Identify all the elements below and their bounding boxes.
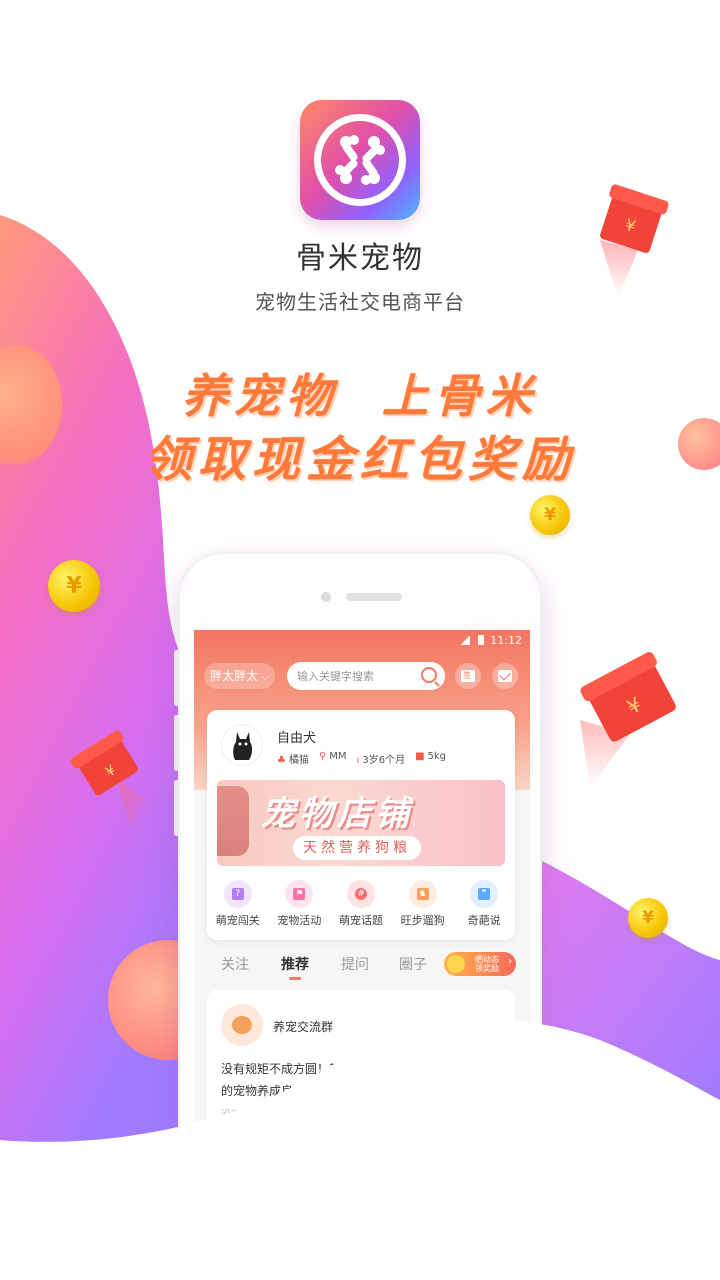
shortcut-label: 旺步遛狗 bbox=[400, 914, 445, 927]
pet-breed: 橘猫 bbox=[288, 755, 309, 766]
pet-name: 自由犬 bbox=[277, 731, 317, 746]
messages-button[interactable] bbox=[492, 663, 518, 689]
mail-icon bbox=[498, 670, 512, 682]
search-placeholder: 输入关键字搜索 bbox=[297, 670, 374, 683]
group-title: 养宠交流群 bbox=[273, 1020, 334, 1034]
hashtag-icon: # bbox=[346, 880, 375, 908]
tab-questions[interactable]: 提问 bbox=[341, 954, 369, 974]
view-more-link[interactable]: 查看更多 > bbox=[455, 1020, 501, 1033]
banner-subtitle: 天然营养狗粮 bbox=[293, 836, 421, 860]
search-icon bbox=[421, 667, 437, 683]
pet-gender: MM bbox=[329, 751, 347, 762]
age-icon: ı bbox=[356, 755, 360, 766]
banner-title: 宠物店铺 bbox=[261, 794, 413, 834]
feed-tabs: 关注 推荐 提问 圈子 晒动态 领奖励 › bbox=[194, 948, 530, 982]
shop-banner[interactable]: 宠物店铺 天然营养狗粮 bbox=[217, 780, 505, 866]
shortcut-row: ? 萌宠闯关 ⚑ 宠物活动 # 萌宠话题 ♞ 旺步遛狗 ❞ 奇葩说 bbox=[207, 880, 515, 928]
signal-icon bbox=[460, 636, 471, 645]
shortcut-pet-topic[interactable]: # 萌宠话题 bbox=[331, 880, 391, 928]
gold-coin-icon: ¥ bbox=[628, 898, 668, 938]
red-packet-icon: ¥ bbox=[580, 652, 676, 788]
battery-icon bbox=[478, 635, 485, 645]
slogan-line-1: 养宠物 上骨米 bbox=[181, 369, 539, 423]
calendar-icon bbox=[461, 670, 475, 682]
sign-in-button[interactable] bbox=[455, 663, 481, 689]
shortcut-label: 萌宠话题 bbox=[338, 914, 383, 927]
pet-info: ♣ 橘猫 ⚲ MM ı 3岁6个月 ■ 5kg bbox=[277, 751, 446, 766]
shortcut-debate[interactable]: ❞ 奇葩说 bbox=[454, 880, 514, 928]
chevron-down-icon: ⌵ bbox=[261, 673, 269, 683]
avatar bbox=[221, 724, 263, 766]
chevron-right-icon: › bbox=[508, 956, 512, 967]
post-reward-button[interactable]: 晒动态 领奖励 › bbox=[444, 952, 516, 976]
paw-icon: ♣ bbox=[277, 755, 286, 766]
phone-side-button bbox=[174, 715, 179, 771]
red-packet-icon: ¥ bbox=[70, 730, 148, 828]
dog-walk-icon: ♞ bbox=[408, 880, 437, 908]
coin-icon bbox=[447, 955, 465, 973]
gender-icon: ⚲ bbox=[318, 751, 327, 762]
phone-speaker bbox=[346, 593, 402, 601]
shortcut-dog-walk[interactable]: ♞ 旺步遛狗 bbox=[393, 880, 453, 928]
quote-icon: ❞ bbox=[470, 880, 499, 908]
status-bar: 11:12 bbox=[460, 634, 522, 647]
shortcut-pet-challenge[interactable]: ? 萌宠闯关 bbox=[208, 880, 268, 928]
slogan-line-2: 领取现金红包奖励 bbox=[143, 432, 576, 488]
group-post-line-2: 的宠物养成良 bbox=[221, 1084, 294, 1098]
pet-age: 3岁6个月 bbox=[362, 755, 406, 766]
status-time: 11:12 bbox=[490, 634, 522, 647]
group-card[interactable]: 养宠交流群 查看更多 > 没有规矩不成方圆！教 的宠物养成良 没有 bbox=[207, 990, 515, 1150]
group-post-sub: 没有 bbox=[221, 1110, 241, 1121]
search-input[interactable]: 输入关键字搜索 bbox=[287, 662, 445, 690]
promo-line-1: 晒动态 bbox=[475, 955, 499, 964]
phone-screen: 11:12 胖太胖太 ⌵ 输入关键字搜索 自由犬 ♣橘猫 ⚲MM ı3岁6个月 … bbox=[194, 630, 530, 1150]
red-packet-icon: ¥ bbox=[600, 184, 669, 298]
tab-follow[interactable]: 关注 bbox=[221, 954, 249, 974]
shortcut-label: 宠物活动 bbox=[277, 914, 322, 927]
weight-icon: ■ bbox=[415, 751, 425, 762]
group-post-text: 没有规矩不成方圆！教 的宠物养成良 bbox=[221, 1058, 501, 1102]
city-label: 胖太胖太 bbox=[210, 669, 259, 683]
group-avatar bbox=[221, 1004, 263, 1046]
pet-profile-card[interactable]: 自由犬 ♣ 橘猫 ⚲ MM ı 3岁6个月 ■ 5kg 宠物店铺 天然营养狗粮 ? 萌宠… bbox=[207, 710, 515, 940]
flag-icon: ⚑ bbox=[285, 880, 314, 908]
shortcut-label: 奇葩说 bbox=[467, 914, 501, 927]
shortcut-label: 萌宠闯关 bbox=[215, 914, 260, 927]
group-post-line-1: 没有规矩不成方圆！教 bbox=[221, 1062, 342, 1076]
phone-side-button bbox=[174, 650, 179, 706]
banner-decoration bbox=[217, 786, 249, 856]
phone-side-button bbox=[174, 780, 179, 836]
tab-circles[interactable]: 圈子 bbox=[399, 954, 427, 974]
app-logo-icon bbox=[300, 100, 420, 220]
phone-camera bbox=[321, 592, 331, 602]
puzzle-icon: ? bbox=[223, 880, 252, 908]
city-selector[interactable]: 胖太胖太 ⌵ bbox=[204, 663, 275, 689]
pet-weight: 5kg bbox=[427, 751, 447, 762]
gold-coin-icon: ¥ bbox=[48, 560, 100, 612]
promo-line-2: 领奖励 bbox=[475, 964, 499, 973]
shortcut-pet-activity[interactable]: ⚑ 宠物活动 bbox=[269, 880, 329, 928]
gold-coin-icon: ¥ bbox=[530, 495, 570, 535]
tab-recommend[interactable]: 推荐 bbox=[281, 954, 309, 980]
